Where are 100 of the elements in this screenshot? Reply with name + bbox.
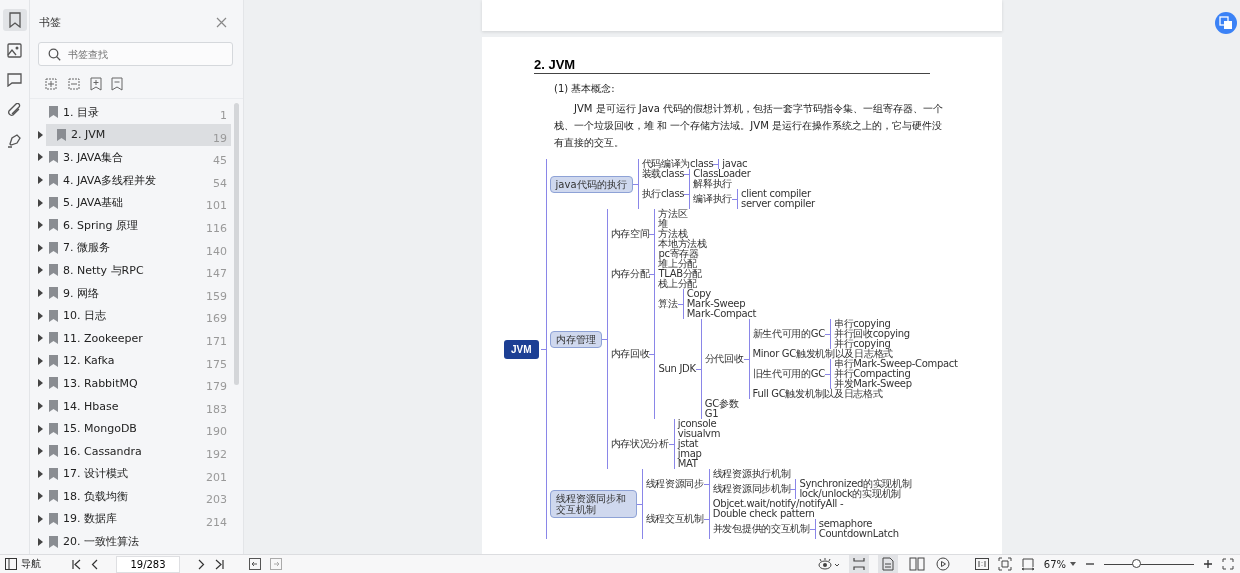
page-icon <box>881 557 894 571</box>
expand-arrow-icon[interactable] <box>38 402 43 410</box>
bookmark-item[interactable]: 9. 网络 159 <box>38 281 231 305</box>
bookmark-item[interactable]: 19. 数据库 214 <box>38 507 231 531</box>
bookmark-icon <box>49 445 58 458</box>
document-paragraph: JVM 是可运行 Java 代码的假想计算机，包括一套字节码指令集、一组寄存器、一个栈、一个垃圾回收，堆 和 一个存储方法域。JVM 是运行在操作系统之上的，它与硬件没有直接的交互。 <box>554 102 945 150</box>
bookmark-icon <box>49 106 58 119</box>
bookmark-icon[interactable] <box>7 12 22 28</box>
mindmap-label: 内存空间 <box>610 229 650 239</box>
bookmark-item[interactable]: 14. Hbase 183 <box>38 394 231 418</box>
expand-arrow-icon[interactable] <box>38 515 43 523</box>
continuous-scroll-button[interactable] <box>848 555 869 573</box>
expand-arrow-icon[interactable] <box>38 198 43 207</box>
bookmark-item[interactable]: 17. 设计模式 201 <box>38 462 231 486</box>
mindmap-label: Mark-Sweep <box>686 299 746 309</box>
bookmark-item[interactable]: 4. JAVA多线程并发 54 <box>38 168 231 192</box>
search-field[interactable]: 书签查找 <box>38 42 233 66</box>
actual-size-icon[interactable] <box>974 558 989 570</box>
bookmark-icon <box>49 309 58 322</box>
bookmark-item[interactable]: 20. 一致性算法 <box>38 530 231 553</box>
bookmark-item[interactable]: 3. JAVA集合 45 <box>38 146 231 169</box>
last-page-icon[interactable] <box>214 558 224 570</box>
mindmap-label: 内存状况分析 <box>610 439 669 449</box>
expand-arrow-icon[interactable] <box>38 537 43 546</box>
page-number: 214 <box>206 515 227 529</box>
bookmark-item[interactable]: 16. Cassandra 192 <box>38 439 231 463</box>
add-bookmark-icon[interactable] <box>90 77 102 91</box>
expand-all-icon[interactable] <box>44 77 58 91</box>
image-icon[interactable] <box>7 42 22 58</box>
bookmark-icon <box>49 490 58 503</box>
expand-arrow-icon[interactable] <box>38 266 43 275</box>
expand-arrow-icon[interactable] <box>38 243 43 252</box>
mindmap-label: GC参数 <box>704 399 739 409</box>
expand-arrow-icon[interactable] <box>38 153 43 162</box>
eye-icon[interactable] <box>817 558 840 570</box>
bookmark-item[interactable]: 13. RabbitMQ 179 <box>38 372 231 395</box>
expand-arrow-icon[interactable] <box>38 334 43 343</box>
expand-arrow-icon[interactable] <box>38 221 43 230</box>
expand-arrow-icon[interactable] <box>38 447 43 456</box>
paperclip-icon[interactable] <box>7 102 22 118</box>
bookmark-item[interactable]: 12. Kafka 175 <box>38 349 231 373</box>
bookmark-item[interactable]: 7. 微服务 140 <box>38 236 231 260</box>
two-page-icon <box>908 557 925 571</box>
expand-arrow-icon[interactable] <box>38 379 43 388</box>
next-page-icon[interactable] <box>197 558 205 570</box>
bookmark-label: 15. MongoDB <box>63 422 137 436</box>
bookmark-item[interactable]: 15. MongoDB 190 <box>38 417 231 440</box>
bookmark-item[interactable]: 10. 日志 169 <box>38 304 231 327</box>
scrollbar[interactable] <box>234 103 239 385</box>
mindmap-label: semaphore <box>818 519 873 529</box>
bookmark-label: 10. 日志 <box>63 308 106 324</box>
fit-width-icon[interactable] <box>1020 557 1035 571</box>
translate-button[interactable] <box>1215 12 1237 34</box>
zoom-dropdown[interactable]: 67% <box>1043 558 1076 570</box>
comment-icon[interactable] <box>7 73 22 87</box>
expand-arrow-icon[interactable] <box>38 311 43 320</box>
bookmark-item[interactable]: 8. Netty 与RPC 147 <box>38 259 231 282</box>
mindmap-label: ClassLoader <box>693 169 751 179</box>
bookmark-label: 13. RabbitMQ <box>63 376 138 390</box>
bookmark-icon <box>49 422 58 435</box>
pen-icon[interactable] <box>7 132 22 148</box>
bookmark-item[interactable]: 6. Spring 原理 116 <box>38 213 231 237</box>
bookmark-item[interactable]: 11. Zookeeper 171 <box>38 326 231 350</box>
navigation-button[interactable]: 导航 <box>5 557 41 571</box>
page-number-field[interactable]: 19/283 <box>116 555 180 573</box>
mindmap-label: 代码编译为class <box>641 159 714 169</box>
bookmark-icon <box>49 535 58 548</box>
expand-arrow-icon[interactable] <box>38 176 43 185</box>
page-number: 203 <box>206 493 227 507</box>
play-icon[interactable] <box>935 557 950 571</box>
mindmap-label: 串行copying <box>833 319 891 329</box>
mindmap-label: Full GC触发机制以及日志格式 <box>752 389 883 399</box>
bookmark-icon[interactable] <box>111 77 123 91</box>
mindmap-label: 线程资源同步 <box>645 479 704 489</box>
first-page-icon[interactable] <box>72 558 82 570</box>
expand-arrow-icon[interactable] <box>38 356 43 365</box>
expand-arrow-icon[interactable] <box>38 289 43 298</box>
close-icon[interactable] <box>216 17 227 28</box>
mindmap-label: 算法 <box>658 299 678 309</box>
previous-page-icon[interactable] <box>91 558 99 570</box>
bookmark-item[interactable]: 1. 目录 1 <box>38 101 231 124</box>
bookmark-label: 14. Hbase <box>63 399 119 413</box>
page-number: 54 <box>213 176 227 190</box>
bookmark-item[interactable]: 5. JAVA基础 101 <box>38 191 231 214</box>
back-icon[interactable] <box>249 558 261 570</box>
expand-arrow-icon[interactable] <box>38 424 43 433</box>
single-page-button[interactable] <box>877 555 898 573</box>
expand-arrow-icon[interactable] <box>38 130 43 139</box>
bookmark-item[interactable]: 18. 负载均衡 203 <box>38 485 231 508</box>
panel-title: 书签 <box>39 15 61 30</box>
two-page-button[interactable] <box>906 555 927 573</box>
fullscreen-icon[interactable] <box>1222 558 1234 570</box>
expand-arrow-icon[interactable] <box>38 469 43 478</box>
mindmap-label: visualvm <box>677 429 721 439</box>
expand-arrow-icon[interactable] <box>38 492 43 501</box>
zoom-in-icon[interactable] <box>1203 559 1213 569</box>
mindmap-label: MAT <box>677 459 698 469</box>
slider-thumb[interactable] <box>1132 558 1142 568</box>
fit-page-icon[interactable] <box>997 557 1012 571</box>
mindmap-label: 内存分配 <box>610 269 650 279</box>
